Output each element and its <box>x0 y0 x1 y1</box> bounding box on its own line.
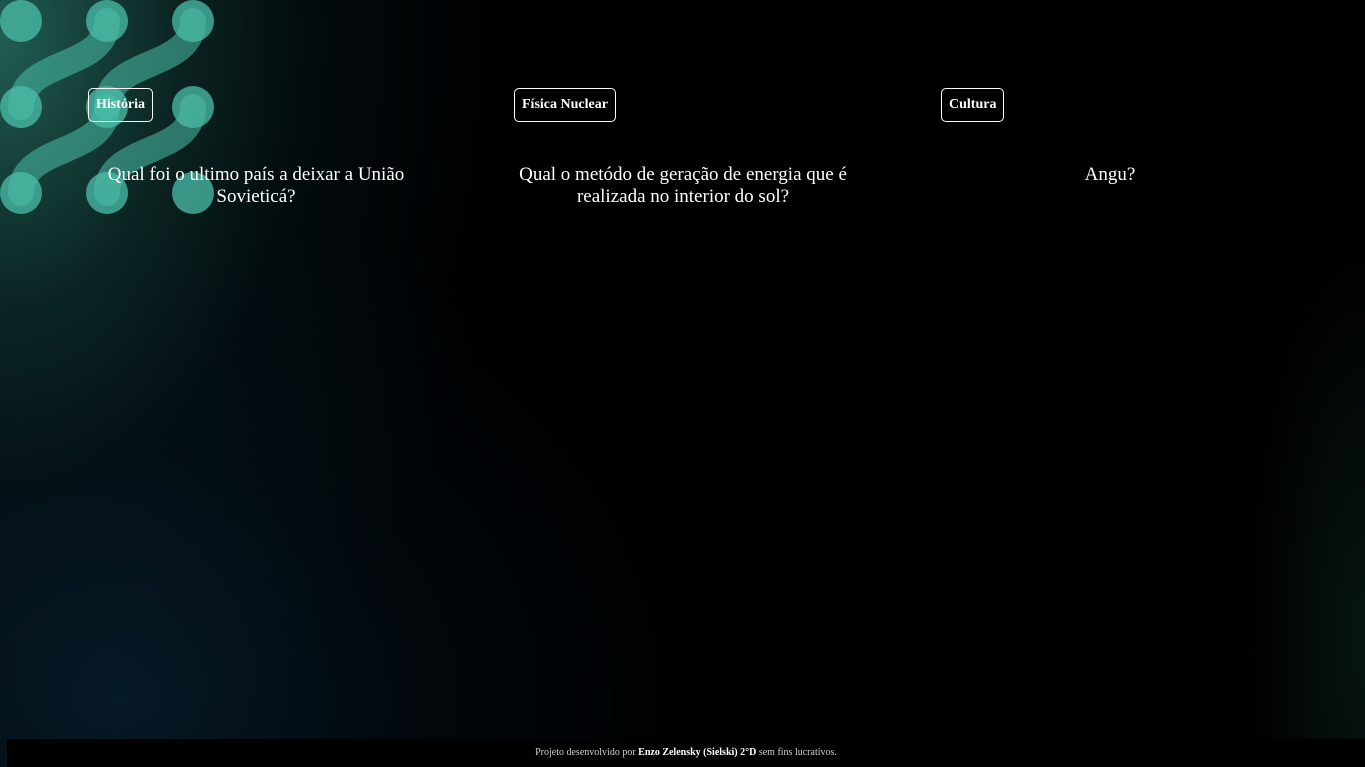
question-card-cultura: Cultura Angu? <box>941 88 1281 185</box>
footer: Projeto desenvolvido por Enzo Zelensky (… <box>7 739 1365 767</box>
question-card-fisica-nuclear: Física Nuclear Qual o metódo de geração … <box>514 88 854 207</box>
page-background: História Qual foi o ultimo país a deixar… <box>0 0 1365 767</box>
question-text: Qual foi o ultimo país a deixar a União … <box>107 164 405 207</box>
footer-suffix: sem fins lucrativos. <box>758 747 837 758</box>
question-card-historia: História Qual foi o ultimo país a deixar… <box>88 88 428 207</box>
category-badge-historia[interactable]: História <box>88 88 153 122</box>
category-badge-cultura[interactable]: Cultura <box>941 88 1005 122</box>
footer-prefix: Projeto desenvolvido por <box>535 747 636 758</box>
footer-author: Enzo Zelensky (Sielski) 2°D <box>638 747 757 758</box>
question-text: Qual o metódo de geração de energia que … <box>519 164 847 207</box>
question-text: Angu? <box>1084 164 1136 185</box>
category-badge-fisica-nuclear[interactable]: Física Nuclear <box>514 88 616 122</box>
